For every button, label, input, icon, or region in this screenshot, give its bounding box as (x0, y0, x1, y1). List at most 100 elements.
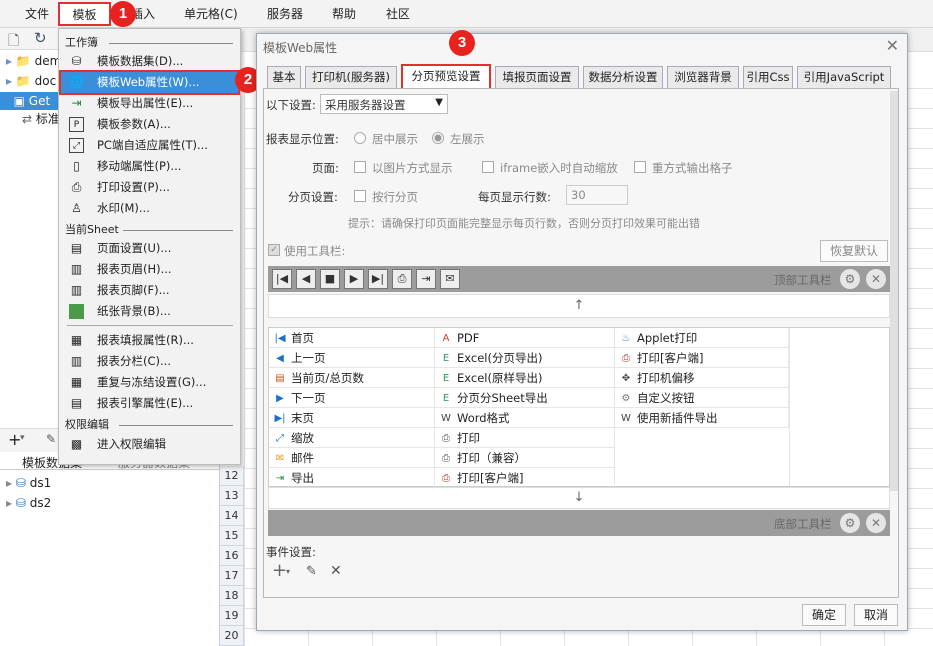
dataset-item[interactable]: ▸ ⛁ ds2 (0, 494, 51, 512)
toolbar-option[interactable]: ⎙ 打印 (435, 428, 615, 448)
arrow-down-icon[interactable]: ↓ (268, 487, 890, 509)
menu-item-pc-adapt[interactable]: ⤢ PC端自适应属性(T)... (61, 135, 238, 156)
rows-per-page-input[interactable]: 30 (566, 185, 628, 205)
toolbar-option[interactable]: E Excel(分页导出) (435, 348, 615, 368)
checkbox-image-display[interactable] (354, 161, 366, 173)
tab-basic[interactable]: 基本 (267, 66, 301, 88)
toolbar-option[interactable]: E Excel(原样导出) (435, 368, 615, 388)
menu-item-dataset[interactable]: ⛁ 模板数据集(D)... (61, 51, 238, 72)
toolbar-option[interactable]: ◀ 上一页 (269, 348, 435, 368)
close-circle-icon[interactable]: ✕ (866, 269, 886, 289)
toolbar-option[interactable]: A PDF (435, 328, 615, 348)
menu-community[interactable]: 社区 (386, 0, 410, 28)
stamp-icon: ♙ (71, 201, 82, 215)
menu-template[interactable]: 模板 (58, 2, 111, 26)
next-page-icon[interactable]: ▶ (344, 269, 364, 289)
section-permission: 权限编辑 (65, 417, 235, 433)
toolbar-option[interactable]: ⎙ 打印[客户端] (435, 468, 615, 488)
toolbar-option[interactable]: ⚙ 自定义按钮 (615, 388, 789, 408)
tree-item-selected[interactable]: ▣ Get (0, 92, 58, 110)
toolbar-option[interactable]: W Word格式 (435, 408, 615, 428)
tab-browser-bg[interactable]: 浏览器背景 (667, 66, 739, 88)
checkbox-iframe-scale[interactable] (482, 161, 494, 173)
menu-item-footer[interactable]: ▥ 报表页脚(F)... (61, 280, 238, 301)
tree-item[interactable]: ⇄ 标准 (0, 110, 60, 128)
close-icon[interactable]: ✕ (886, 36, 899, 55)
tree-item[interactable]: ▸ 📁 doc (0, 72, 56, 90)
prev-page-icon[interactable]: ◀ (296, 269, 316, 289)
menu-item-columns[interactable]: ▥ 报表分栏(C)... (61, 351, 238, 372)
refresh-icon[interactable]: ↻ (34, 29, 47, 47)
toolbar-option[interactable]: ✉ 邮件 (269, 448, 435, 468)
toolbar-option[interactable]: ▤ 当前页/总页数 (269, 368, 435, 388)
toolbar-option[interactable]: W 使用新插件导出 (615, 408, 789, 428)
tab-paging-preview[interactable]: 分页预览设置 (401, 64, 491, 89)
tree-item[interactable]: ▸ 📁 dem (0, 52, 61, 70)
toolbar-option[interactable]: |◀ 首页 (269, 328, 435, 348)
scrollbar[interactable] (890, 91, 898, 491)
menu-server[interactable]: 服务器 (267, 0, 303, 28)
menu-cell[interactable]: 单元格(C) (184, 0, 238, 28)
delete-icon[interactable]: ✕ (330, 563, 342, 579)
gear-icon[interactable]: ⚙ (840, 513, 860, 533)
arrow-up-icon[interactable]: ↑ (268, 294, 890, 318)
checkbox-repeat-output[interactable] (634, 161, 646, 173)
radio-left[interactable] (432, 132, 444, 144)
toolbar-option[interactable]: E 分页分Sheet导出 (435, 388, 615, 408)
menu-item-fill-properties[interactable]: ▦ 报表填报属性(R)... (61, 330, 238, 351)
row-number: 12 (220, 466, 244, 486)
menu-item-permission-edit[interactable]: ▩ 进入权限编辑 (61, 434, 238, 455)
settings-select[interactable]: 采用服务器设置 ▼ (320, 94, 448, 114)
menu-item-freeze[interactable]: ▦ 重复与冻结设置(G)... (61, 372, 238, 393)
tab-ref-css[interactable]: 引用Css (743, 66, 793, 88)
menu-item-header[interactable]: ▥ 报表页眉(H)... (61, 259, 238, 280)
printer-icon[interactable]: ⎙ (392, 269, 412, 289)
menu-item-engine[interactable]: ▤ 报表引擎属性(E)... (61, 393, 238, 414)
tab-ref-js[interactable]: 引用JavaScript (797, 66, 891, 88)
menu-item-page-setup[interactable]: ▤ 页面设置(U)... (61, 238, 238, 259)
tab-printer-server[interactable]: 打印机(服务器) (305, 66, 397, 88)
toolbar-option[interactable]: ▶| 末页 (269, 408, 435, 428)
chevron-down-icon[interactable]: ▾ (286, 567, 290, 576)
menu-file[interactable]: 文件 (25, 0, 49, 28)
toolbar-option[interactable]: ⤢ 缩放 (269, 428, 435, 448)
radio-center[interactable] (354, 132, 366, 144)
chevron-down-icon[interactable]: ▾ (20, 433, 25, 443)
menu-item-print-settings[interactable]: ⎙ 打印设置(P)... (61, 177, 238, 198)
checkbox-use-toolbar[interactable]: ✓ (268, 244, 280, 256)
gear-icon[interactable]: ⚙ (840, 269, 860, 289)
menu-item-web-properties[interactable]: 🌐 模板Web属性(W)... (59, 70, 240, 95)
row-number: 14 (220, 506, 244, 526)
menu-item-paper-bg[interactable]: 纸张背景(B)... (61, 301, 238, 322)
toolbar-option[interactable]: ▶ 下一页 (269, 388, 435, 408)
menu-item-watermark[interactable]: ♙ 水印(M)... (61, 198, 238, 219)
menu-item-export-properties[interactable]: ⇥ 模板导出属性(E)... (61, 93, 238, 114)
dataset-item[interactable]: ▸ ⛁ ds1 (0, 474, 51, 492)
last-page-icon[interactable]: ▶| (368, 269, 388, 289)
edit-icon[interactable]: ✎ (306, 564, 317, 579)
toolbar-option[interactable]: ⇥ 导出 (269, 468, 435, 488)
export-icon[interactable]: ⇥ (416, 269, 436, 289)
menu-item-parameters[interactable]: P 模板参数(A)... (61, 114, 238, 135)
first-page-icon[interactable]: |◀ (272, 269, 292, 289)
restore-default-button[interactable]: 恢复默认 (820, 240, 888, 262)
stop-icon[interactable]: ■ (320, 269, 340, 289)
edit-icon[interactable]: ✎ (46, 432, 56, 446)
below-settings-label: 以下设置: (266, 98, 316, 112)
menu-item-mobile[interactable]: ▯ 移动端属性(P)... (61, 156, 238, 177)
toolbar-option[interactable]: ♨ Applet打印 (615, 328, 789, 348)
mail-icon[interactable]: ✉ (440, 269, 460, 289)
tab-data-analysis[interactable]: 数据分析设置 (583, 66, 663, 88)
toolbar-option[interactable]: ⎙ 打印（兼容） (435, 448, 615, 468)
close-circle-icon[interactable]: ✕ (866, 513, 886, 533)
ok-button[interactable]: 确定 (802, 604, 846, 626)
toolbar-option[interactable]: ✥ 打印机偏移 (615, 368, 789, 388)
toolbar-option[interactable]: ⎙ 打印[客户端] (615, 348, 789, 368)
grid-column-4 (789, 328, 889, 486)
checkbox-row-paging[interactable] (354, 190, 366, 202)
cancel-button[interactable]: 取消 (854, 604, 898, 626)
add-icon[interactable]: + (272, 560, 287, 581)
menu-help[interactable]: 帮助 (332, 0, 356, 28)
new-folder-icon[interactable]: 🗋 (8, 30, 19, 54)
tab-fill-page[interactable]: 填报页面设置 (495, 66, 579, 88)
